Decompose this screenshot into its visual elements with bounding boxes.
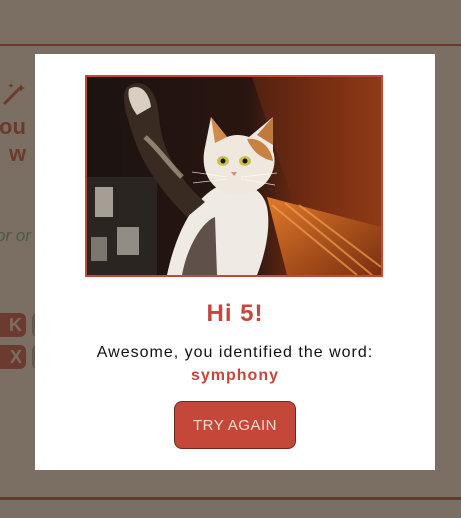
bg-fragment-line2: w	[9, 141, 27, 166]
success-modal: Hi 5! Awesome, you identified the word: …	[35, 54, 435, 470]
bg-hint-fragment: or or	[0, 226, 31, 245]
magic-wand-icon	[2, 82, 28, 111]
footer-divider	[0, 497, 461, 500]
identified-word: symphony	[190, 367, 279, 384]
keyboard-key[interactable]: K	[0, 313, 26, 337]
bg-fragment-line1: ou	[0, 114, 26, 139]
try-again-button[interactable]: TRY AGAIN	[174, 401, 296, 449]
header-divider	[0, 44, 461, 46]
modal-message: Awesome, you identified the word:	[96, 344, 374, 361]
modal-title: Hi 5!	[206, 300, 264, 327]
keyboard-key[interactable]: X	[0, 345, 26, 369]
cat-high-five-image	[85, 75, 383, 277]
